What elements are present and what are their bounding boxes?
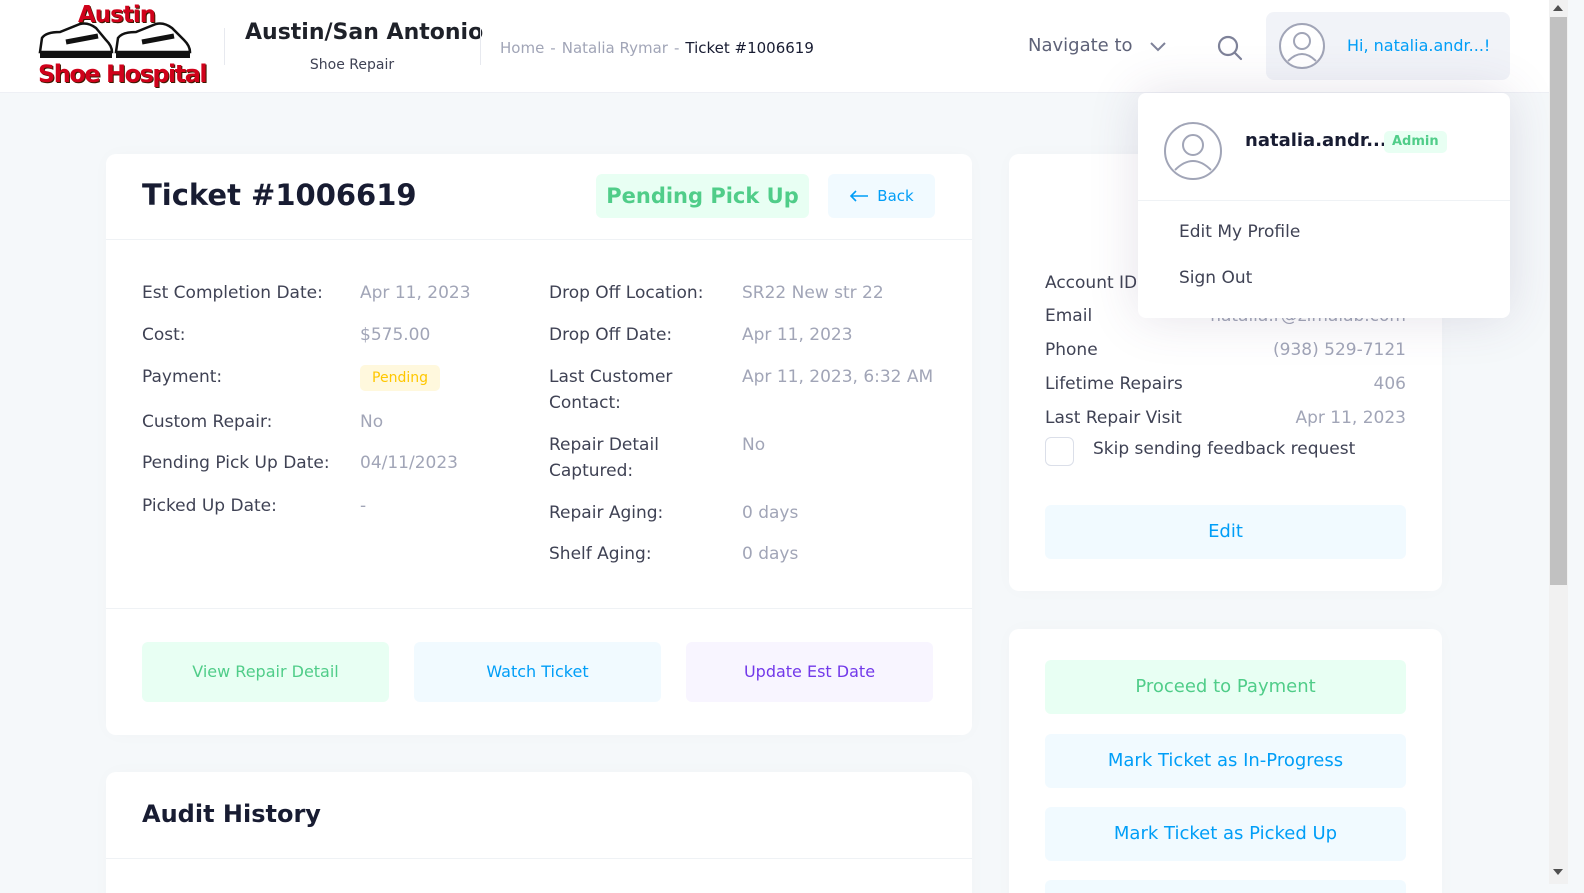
breadcrumb-current: Ticket #1006619: [685, 39, 814, 57]
divider: [106, 239, 972, 240]
last-contact-label-line1: Last Customer: [549, 367, 673, 387]
ticket-actions-card: Proceed to Payment Mark Ticket as In-Pro…: [1009, 629, 1442, 893]
drop-off-location-value: SR22 New str 22: [742, 283, 884, 303]
watch-ticket-button[interactable]: Watch Ticket: [414, 642, 661, 702]
header-divider: [224, 28, 225, 65]
drop-off-date-label: Drop Off Date:: [549, 325, 673, 345]
custom-repair-label: Custom Repair:: [142, 412, 273, 432]
pending-pickup-date-value: 04/11/2023: [360, 453, 458, 473]
lifetime-repairs-label: Lifetime Repairs: [1045, 374, 1183, 394]
back-button[interactable]: Back: [828, 174, 935, 218]
status-badge: Pending Pick Up: [596, 174, 809, 218]
mark-picked-up-button[interactable]: Mark Ticket as Picked Up: [1045, 807, 1406, 861]
breadcrumb-customer[interactable]: Natalia Rymar: [562, 39, 668, 57]
last-repair-visit-label: Last Repair Visit: [1045, 408, 1182, 428]
sign-out-link[interactable]: Sign Out: [1179, 268, 1252, 288]
top-header: Austin Shoe Hospital Austin/San Antonio …: [0, 0, 1549, 93]
arrow-left-icon: [850, 190, 869, 202]
breadcrumb-home[interactable]: Home: [500, 39, 544, 57]
breadcrumb-separator: -: [673, 39, 680, 57]
lifetime-repairs-value: 406: [1373, 374, 1406, 394]
repair-detail-captured-label: Repair Detail Captured:: [549, 432, 659, 484]
edit-my-profile-link[interactable]: Edit My Profile: [1179, 222, 1300, 242]
user-menu-toggle[interactable]: Hi, natalia.andr...!: [1266, 12, 1510, 80]
phone-value: (938) 529-7121: [1273, 340, 1406, 360]
user-avatar-icon: [1279, 23, 1325, 69]
repair-detail-label-line1: Repair Detail: [549, 435, 659, 455]
proceed-to-payment-button[interactable]: Proceed to Payment: [1045, 660, 1406, 714]
last-contact-value: Apr 11, 2023, 6:32 AM: [742, 367, 934, 387]
shelf-aging-label: Shelf Aging:: [549, 544, 652, 564]
store-name: Austin/San Antonio: [245, 20, 484, 45]
scrollbar-thumb[interactable]: [1550, 17, 1567, 585]
menu-username: natalia.andr...: [1245, 130, 1387, 151]
account-id-label: Account ID: [1045, 273, 1138, 293]
chevron-down-icon: [1149, 41, 1166, 51]
shelf-aging-value: 0 days: [742, 544, 799, 564]
est-completion-value: Apr 11, 2023: [360, 283, 471, 303]
divider: [106, 608, 972, 609]
last-repair-visit-value: Apr 11, 2023: [1295, 408, 1406, 428]
user-greeting: Hi, natalia.andr...!: [1347, 36, 1491, 55]
payment-label: Payment:: [142, 367, 223, 387]
user-avatar-icon: [1164, 122, 1222, 180]
navigate-to-dropdown[interactable]: Navigate to: [1028, 35, 1167, 56]
divider: [106, 858, 972, 859]
picked-up-date-label: Picked Up Date:: [142, 496, 277, 516]
logo-text-austin: Austin: [78, 2, 156, 28]
est-completion-label: Est Completion Date:: [142, 283, 323, 303]
payment-status-badge: Pending: [360, 365, 440, 391]
breadcrumb-separator: -: [550, 39, 556, 57]
logo-text-shoe-hospital: Shoe Hospital: [38, 60, 208, 88]
skip-feedback-checkbox[interactable]: [1045, 437, 1074, 466]
repair-detail-label-line2: Captured:: [549, 461, 634, 481]
repair-aging-value: 0 days: [742, 503, 799, 523]
breadcrumb: Home - Natalia Rymar - Ticket #1006619: [500, 39, 814, 57]
repair-aging-label: Repair Aging:: [549, 503, 664, 523]
pending-pickup-date-label: Pending Pick Up Date:: [142, 453, 330, 473]
navigate-to-label: Navigate to: [1028, 35, 1133, 56]
ticket-card: Ticket #1006619 Pending Pick Up Back Est…: [106, 154, 972, 735]
header-divider: [480, 28, 481, 65]
ticket-title: Ticket #1006619: [142, 178, 417, 212]
last-contact-label: Last Customer Contact:: [549, 364, 672, 416]
update-est-date-button[interactable]: Update Est Date: [686, 642, 933, 702]
custom-repair-value: No: [360, 412, 384, 432]
more-action-button[interactable]: [1045, 880, 1406, 893]
divider: [1138, 200, 1510, 201]
search-icon: [1217, 35, 1243, 61]
role-badge: Admin: [1384, 131, 1447, 153]
cost-value: $575.00: [360, 325, 431, 345]
edit-customer-button[interactable]: Edit: [1045, 505, 1406, 559]
search-button[interactable]: [1213, 31, 1245, 63]
repair-detail-captured-value: No: [742, 435, 766, 455]
audit-history-title: Audit History: [142, 800, 321, 828]
last-contact-label-line2: Contact:: [549, 393, 621, 413]
mark-in-progress-button[interactable]: Mark Ticket as In-Progress: [1045, 734, 1406, 788]
scroll-up-arrow-icon[interactable]: [1553, 5, 1563, 11]
email-label: Email: [1045, 306, 1093, 326]
audit-history-card: Audit History: [106, 772, 972, 893]
view-repair-detail-button[interactable]: View Repair Detail: [142, 642, 389, 702]
phone-label: Phone: [1045, 340, 1098, 360]
drop-off-location-label: Drop Off Location:: [549, 283, 704, 303]
back-label: Back: [877, 187, 914, 205]
picked-up-date-value: -: [360, 496, 367, 516]
shoe-hospital-logo[interactable]: Austin Shoe Hospital: [36, 2, 208, 90]
user-dropdown-menu: natalia.andr... Admin Edit My Profile Si…: [1138, 93, 1510, 318]
store-subtitle: Shoe Repair: [309, 57, 395, 73]
cost-label: Cost:: [142, 325, 186, 345]
drop-off-date-value: Apr 11, 2023: [742, 325, 853, 345]
scroll-down-arrow-icon[interactable]: [1553, 869, 1563, 875]
skip-feedback-label[interactable]: Skip sending feedback request: [1093, 439, 1355, 459]
